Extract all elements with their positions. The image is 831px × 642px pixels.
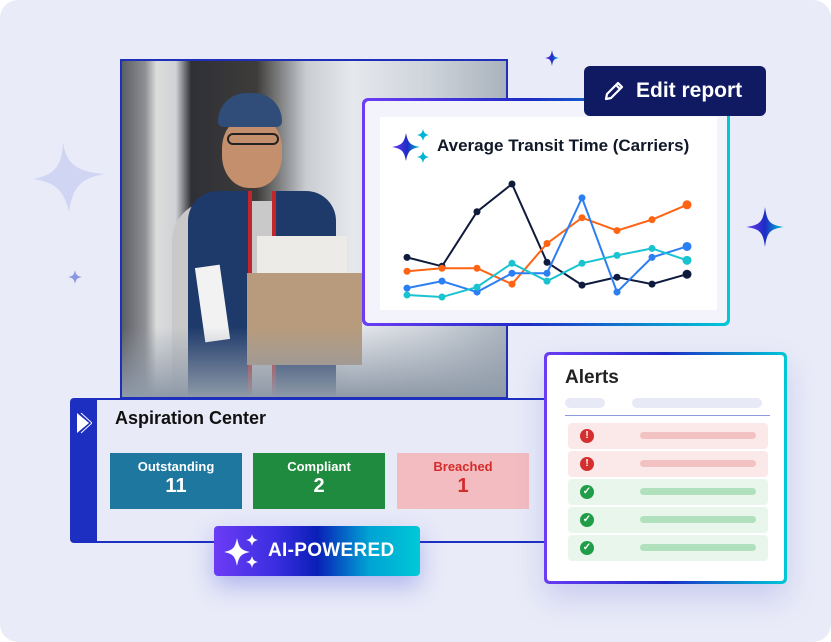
data-point [438, 293, 446, 301]
data-point [578, 214, 586, 222]
data-point [508, 180, 516, 188]
sparkle-right-icon [746, 207, 784, 247]
alert-row[interactable]: ! [568, 451, 768, 477]
edit-report-label: Edit report [636, 79, 743, 102]
alert-row[interactable]: ✓ [568, 535, 768, 561]
stat-value: 2 [313, 475, 325, 497]
check-icon: ✓ [580, 541, 594, 555]
chart-area: Average Transit Time (Carriers) [380, 117, 717, 310]
edit-report-button[interactable]: Edit report [584, 66, 766, 116]
data-point [613, 251, 621, 259]
aspiration-title: Aspiration Center [115, 408, 267, 428]
stat-compliant[interactable]: Compliant 2 [253, 453, 385, 509]
expand-arrow-icon[interactable] [76, 412, 92, 434]
ai-powered-badge: AI-POWERED [214, 526, 420, 576]
data-point [403, 284, 411, 292]
alert-row[interactable]: ✓ [568, 507, 768, 533]
data-point [682, 269, 692, 279]
data-point [543, 239, 551, 247]
check-icon: ✓ [580, 485, 594, 499]
sparkle-icon [224, 534, 258, 568]
large-sparkle-icon [33, 142, 105, 212]
stat-label: Breached [433, 459, 493, 474]
header-placeholder [565, 398, 605, 408]
stat-label: Outstanding [137, 459, 215, 474]
aspiration-center-card: Aspiration Center Outstanding 11 Complia… [70, 398, 548, 543]
alerts-title: Alerts [565, 367, 619, 388]
data-point [648, 280, 656, 288]
data-point [648, 253, 656, 261]
data-point [648, 244, 656, 252]
stat-value: 1 [457, 475, 469, 497]
pencil-icon [604, 81, 624, 101]
data-point [473, 264, 481, 272]
alerts-card: Alerts ! ! ✓ ✓ ✓ [544, 352, 787, 584]
stat-breached[interactable]: Breached 1 [397, 453, 529, 509]
data-point [682, 255, 692, 265]
alert-row[interactable]: ! [568, 423, 768, 449]
line-chart [403, 180, 692, 301]
data-point [613, 288, 621, 296]
data-point [648, 216, 656, 224]
data-point [403, 291, 411, 299]
data-point [438, 277, 446, 285]
data-point [578, 281, 586, 289]
chart-card: Average Transit Time (Carriers) [362, 98, 730, 326]
data-point [508, 259, 516, 267]
error-icon: ! [580, 457, 594, 471]
data-point [543, 277, 551, 285]
stat-outstanding[interactable]: Outstanding 11 [110, 453, 242, 509]
ai-powered-label: AI-POWERED [268, 540, 395, 561]
data-point [543, 258, 551, 266]
sparkle-top-icon [545, 50, 559, 66]
data-point [508, 280, 516, 288]
error-icon: ! [580, 429, 594, 443]
alert-row[interactable]: ✓ [568, 479, 768, 505]
check-icon: ✓ [580, 513, 594, 527]
data-point [613, 273, 621, 281]
hero-canvas: Average Transit Time (Carriers) Edit rep… [0, 0, 831, 642]
header-placeholder [632, 398, 762, 408]
data-point [578, 259, 586, 267]
stat-label: Compliant [287, 459, 351, 474]
divider [565, 415, 770, 416]
data-point [403, 267, 411, 275]
data-point [473, 283, 481, 291]
data-point [438, 264, 446, 272]
small-sparkle-icon [68, 270, 82, 284]
data-point [613, 227, 621, 235]
data-point [578, 194, 586, 202]
data-point [682, 241, 692, 251]
data-point [473, 208, 481, 216]
stat-value: 11 [165, 475, 187, 497]
data-point [508, 269, 516, 277]
data-point [543, 269, 551, 277]
data-point [403, 253, 411, 261]
data-point [682, 200, 692, 210]
